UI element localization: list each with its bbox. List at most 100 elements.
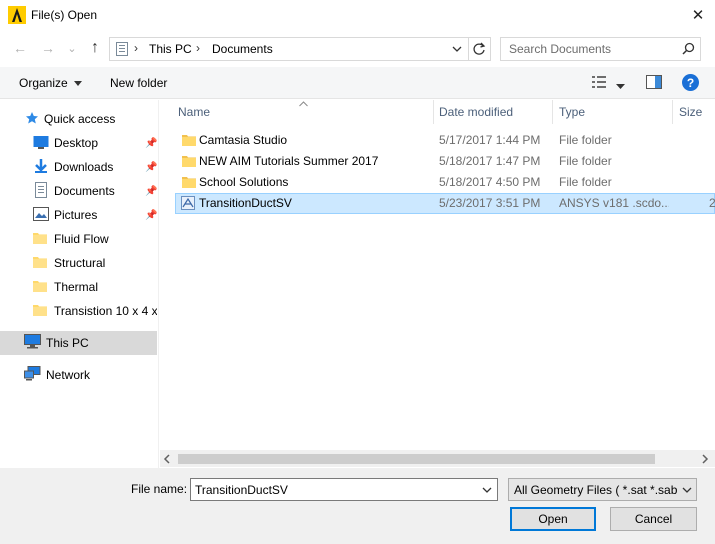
chevron-down-icon <box>682 484 692 499</box>
preview-pane-icon[interactable] <box>646 75 662 92</box>
column-divider[interactable] <box>672 100 673 124</box>
file-name: TransitionDuctSV <box>199 196 292 210</box>
column-divider[interactable] <box>433 100 434 124</box>
sidebar-item-downloads[interactable]: Downloads <box>33 156 113 178</box>
pin-icon[interactable]: 📌 <box>145 138 157 149</box>
ansys-file-icon <box>181 196 195 213</box>
folder-icon <box>182 134 196 150</box>
sidebar-item-label: Desktop <box>54 136 99 150</box>
breadcrumb-item-documents[interactable]: Documents <box>212 42 273 56</box>
sidebar-item-label: Thermal <box>54 280 99 294</box>
sidebar-item-label: Fluid Flow <box>54 232 109 246</box>
sidebar-item-desktop[interactable]: Desktop <box>33 132 98 154</box>
file-name: Camtasia Studio <box>199 133 288 147</box>
sidebar-item-label: Network <box>46 368 91 382</box>
refresh-icon[interactable] <box>472 42 486 59</box>
column-header-date[interactable]: Date modified <box>435 100 552 124</box>
sidebar-item-this-pc[interactable]: This PC <box>24 332 89 354</box>
sidebar-item-label: Pictures <box>54 208 98 222</box>
up-button[interactable]: ↑ <box>85 38 105 58</box>
star-icon <box>25 111 39 128</box>
command-toolbar <box>0 67 715 99</box>
sidebar-item-pictures[interactable]: Pictures <box>33 204 97 226</box>
sidebar-item-label: This PC <box>46 336 89 350</box>
ansys-logo-icon <box>8 6 26 24</box>
new-folder-button[interactable]: New folder <box>110 76 167 90</box>
open-button[interactable]: Open <box>510 507 596 531</box>
document-icon <box>33 181 49 201</box>
address-dropdown-icon[interactable] <box>452 42 462 59</box>
sidebar-item-fluid-flow[interactable]: Fluid Flow <box>33 228 109 250</box>
sidebar-item-thermal[interactable]: Thermal <box>33 276 98 298</box>
forward-button[interactable]: → <box>38 38 58 58</box>
view-options-icon[interactable] <box>591 75 607 92</box>
sidebar-item-documents[interactable]: Documents <box>33 180 115 202</box>
search-input[interactable] <box>509 42 679 56</box>
file-type-value: All Geometry Files ( *.sat *.sab * <box>514 483 679 497</box>
file-row[interactable]: NEW AIM Tutorials Summer 2017 5/18/2017 … <box>175 151 715 172</box>
file-row-selected[interactable]: TransitionDuctSV 5/23/2017 3:51 PM ANSYS… <box>175 193 715 214</box>
search-icon[interactable] <box>682 42 695 58</box>
cancel-button[interactable]: Cancel <box>610 507 697 531</box>
column-header-name[interactable]: Name <box>174 100 432 124</box>
navigation-pane: Quick access Desktop 📌 Downloads 📌 Docum… <box>0 100 159 468</box>
help-icon[interactable]: ? <box>682 74 699 91</box>
folder-icon <box>182 176 196 192</box>
recent-locations-button[interactable]: ⌄ <box>62 38 82 58</box>
organize-label: Organize <box>19 76 68 90</box>
file-name: NEW AIM Tutorials Summer 2017 <box>199 154 379 168</box>
address-bar[interactable]: › This PC › Documents <box>109 37 491 61</box>
address-divider <box>468 38 469 60</box>
file-date: 5/18/2017 1:47 PM <box>439 154 541 168</box>
download-icon <box>33 158 49 177</box>
close-button[interactable]: ✕ <box>683 2 713 28</box>
sidebar-item-quick-access[interactable]: Quick access <box>25 108 115 130</box>
file-type: File folder <box>559 154 612 168</box>
network-icon <box>24 366 41 384</box>
file-row[interactable]: Camtasia Studio 5/17/2017 1:44 PM File f… <box>175 130 715 151</box>
pin-icon[interactable]: 📌 <box>145 162 157 173</box>
view-dropdown-icon[interactable] <box>616 79 625 93</box>
pictures-icon <box>33 206 49 224</box>
back-button[interactable]: ← <box>10 38 30 58</box>
sidebar-item-label: Structural <box>54 256 106 270</box>
scrollbar-thumb[interactable] <box>178 454 655 464</box>
chevron-down-icon <box>73 76 82 90</box>
desktop-icon <box>33 135 49 152</box>
file-name: School Solutions <box>199 175 289 189</box>
folder-icon <box>182 155 196 171</box>
file-type: File folder <box>559 175 612 189</box>
sidebar-item-label: Transistion 10 x 4 x 4 <box>54 304 157 318</box>
sidebar-item-label: Downloads <box>54 160 114 174</box>
window-title: File(s) Open <box>31 8 98 22</box>
sidebar-item-structural[interactable]: Structural <box>33 252 105 274</box>
column-header-type[interactable]: Type <box>555 100 671 124</box>
file-type: File folder <box>559 133 612 147</box>
file-name-dropdown-icon[interactable] <box>482 484 492 499</box>
title-bar <box>0 0 715 31</box>
pin-icon[interactable]: 📌 <box>145 186 157 197</box>
breadcrumb-separator: › <box>196 41 200 55</box>
file-date: 5/17/2017 1:44 PM <box>439 133 541 147</box>
scroll-left-icon[interactable] <box>163 453 171 467</box>
file-date: 5/18/2017 4:50 PM <box>439 175 541 189</box>
file-name-input[interactable] <box>190 478 498 501</box>
folder-icon <box>33 231 47 248</box>
column-header-size[interactable]: Size <box>675 100 715 124</box>
sidebar-item-transistion[interactable]: Transistion 10 x 4 x 4 <box>33 300 157 322</box>
organize-menu[interactable]: Organize <box>19 76 82 90</box>
breadcrumb-item-this-pc[interactable]: This PC <box>149 42 192 56</box>
file-name-label: File name: <box>131 482 188 496</box>
sidebar-item-network[interactable]: Network <box>24 364 90 386</box>
file-type-select[interactable]: All Geometry Files ( *.sat *.sab * <box>508 478 697 501</box>
this-pc-icon <box>115 41 129 60</box>
pin-icon[interactable]: 📌 <box>145 210 157 221</box>
computer-icon <box>24 334 41 352</box>
scroll-right-icon[interactable] <box>701 453 709 467</box>
column-divider[interactable] <box>552 100 553 124</box>
file-type: ANSYS v181 .scdo... <box>559 196 669 210</box>
sidebar-item-label: Documents <box>54 184 115 198</box>
file-row[interactable]: School Solutions 5/18/2017 4:50 PM File … <box>175 172 715 193</box>
file-size: 2 <box>709 196 715 210</box>
search-box[interactable] <box>500 37 701 61</box>
